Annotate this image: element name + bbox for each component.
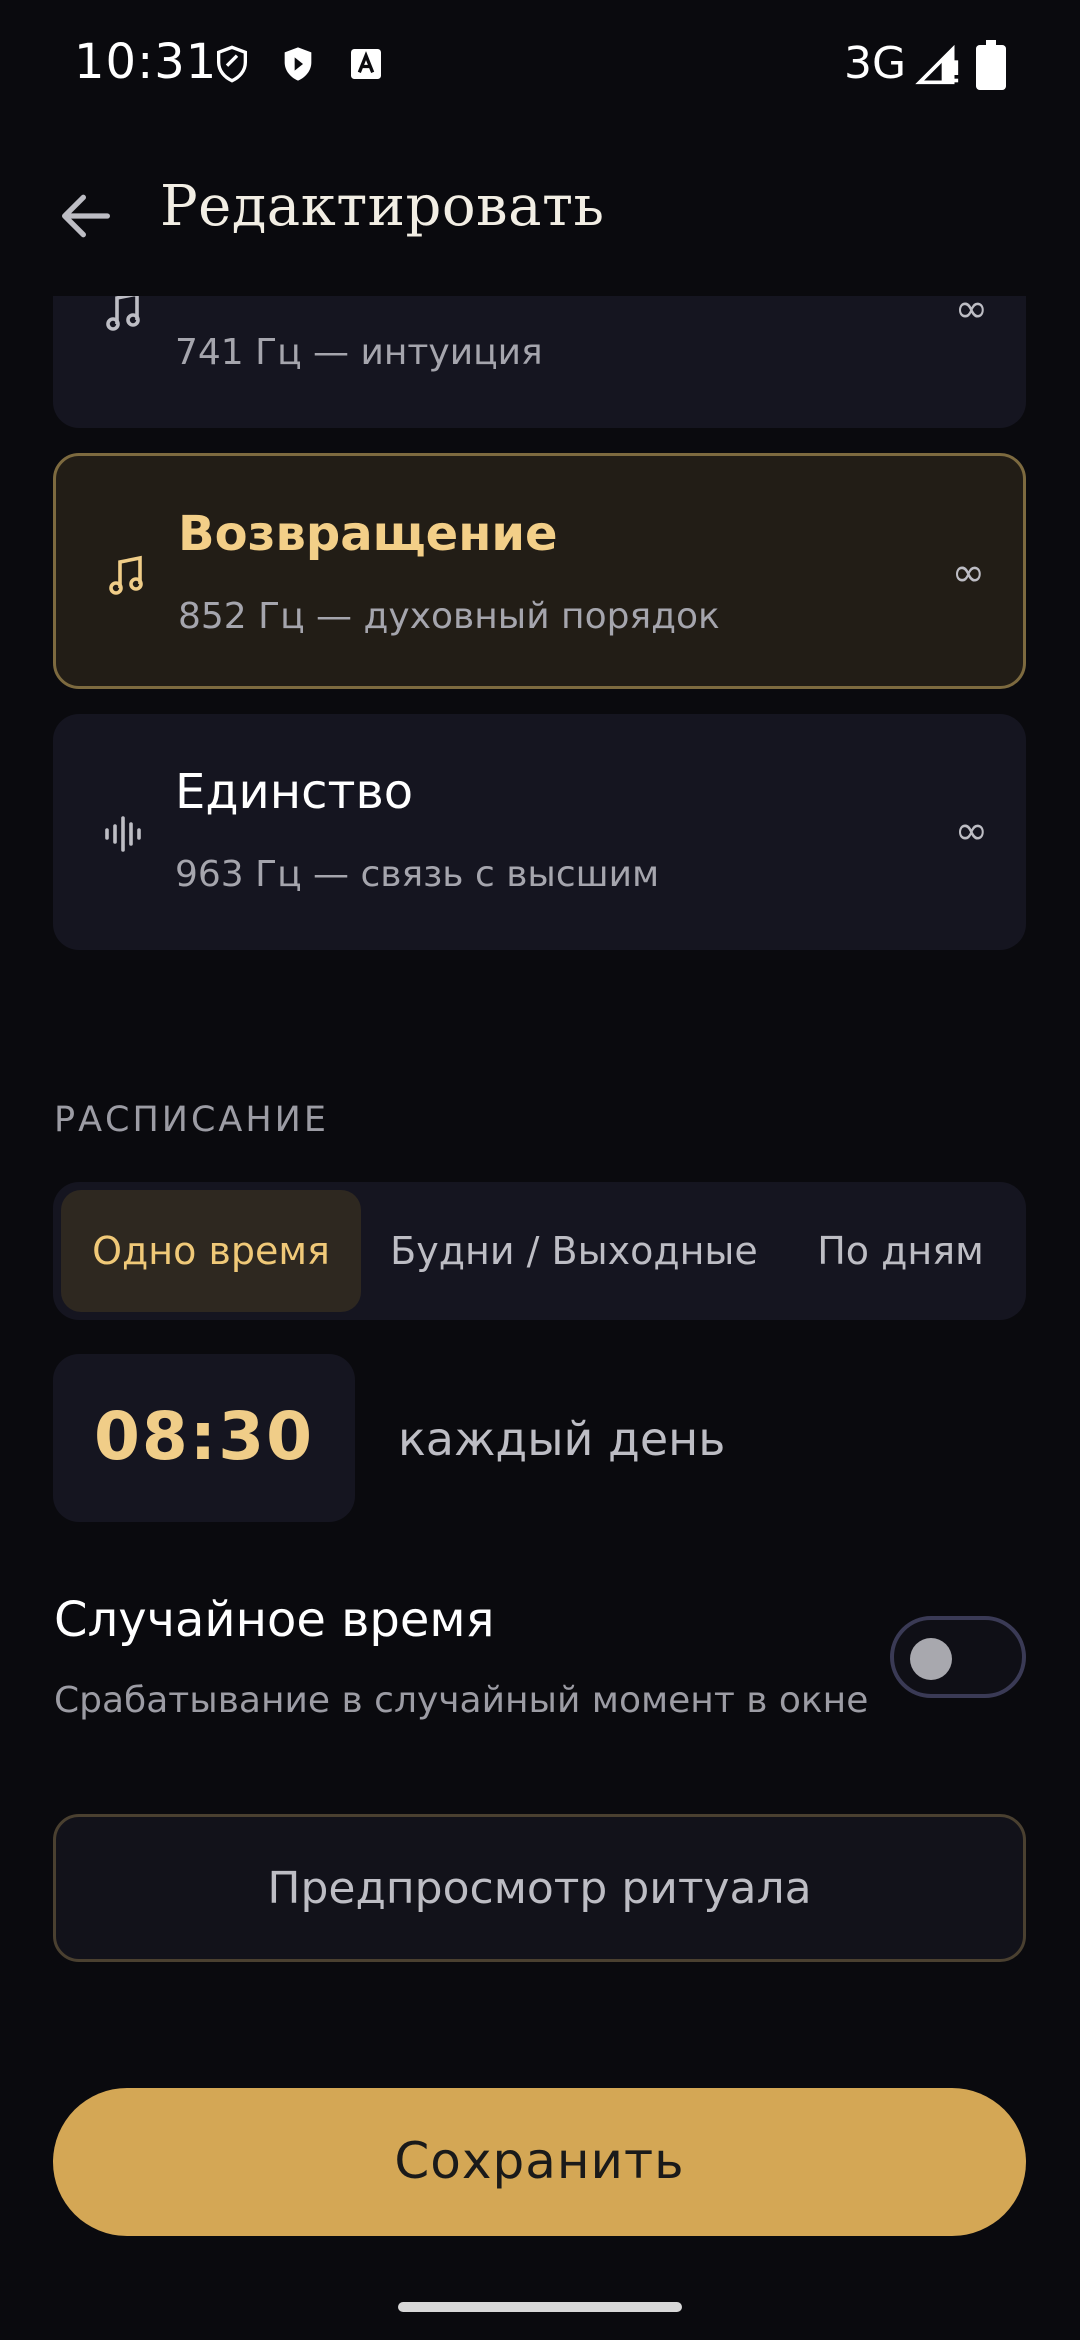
repeat-infinite-icon: ∞	[951, 550, 985, 596]
frequency-description: 741 Гц — интуиция	[175, 332, 543, 373]
music-note-icon	[101, 296, 149, 336]
network-type: 3G	[844, 38, 907, 89]
random-time-subtitle: Срабатывание в случайный момент в окне	[54, 1680, 869, 1721]
random-time-title: Случайное время	[54, 1592, 495, 1648]
save-label: Сохранить	[394, 2132, 685, 2190]
status-bar: 10:31 3G	[0, 0, 1080, 130]
repeat-infinite-icon: ∞	[954, 808, 988, 854]
app-bar: Редактировать	[0, 160, 1080, 290]
battery-icon	[976, 40, 1006, 90]
frequency-description: 963 Гц — связь с высшим	[175, 854, 660, 895]
time-caption: каждый день	[398, 1412, 726, 1466]
toggle-knob	[910, 1638, 952, 1680]
tab-weekdays-weekends[interactable]: Будни / Выходные	[379, 1190, 769, 1312]
signal-icon	[914, 42, 962, 86]
tab-by-days[interactable]: По дням	[783, 1190, 1018, 1312]
frequency-card-selected[interactable]: Возвращение 852 Гц — духовный порядок ∞	[53, 453, 1026, 689]
waveform-icon	[101, 810, 149, 858]
frequency-name: Единство	[175, 764, 414, 820]
time-picker[interactable]: 08:30	[53, 1354, 355, 1522]
save-button[interactable]: Сохранить	[53, 2088, 1026, 2236]
frequency-card[interactable]: Единство 963 Гц — связь с высшим ∞	[53, 714, 1026, 950]
music-note-icon	[104, 552, 152, 600]
schedule-mode-selector: Одно время Будни / Выходные По дням	[53, 1182, 1026, 1320]
schedule-header: РАСПИСАНИЕ	[54, 1100, 329, 1140]
font-a-icon	[346, 42, 386, 86]
shield-play-icon	[278, 42, 318, 86]
back-button[interactable]	[54, 184, 118, 248]
arrow-left-icon	[62, 194, 110, 238]
repeat-infinite-icon: ∞	[954, 296, 988, 332]
frequency-name: Возвращение	[178, 506, 558, 562]
home-indicator[interactable]	[398, 2302, 682, 2312]
shield-outline-icon	[212, 42, 252, 86]
status-time: 10:31	[74, 34, 218, 90]
preview-ritual-button[interactable]: Предпросмотр ритуала	[53, 1814, 1026, 1962]
preview-ritual-label: Предпросмотр ритуала	[267, 1863, 812, 1914]
frequency-description: 852 Гц — духовный порядок	[178, 596, 720, 637]
page-title: Редактировать	[160, 174, 605, 239]
random-time-toggle[interactable]	[890, 1616, 1026, 1698]
time-value: 08:30	[93, 1398, 315, 1475]
tab-single-time[interactable]: Одно время	[61, 1190, 361, 1312]
frequency-card[interactable]: 741 Гц — интуиция ∞	[53, 296, 1026, 428]
